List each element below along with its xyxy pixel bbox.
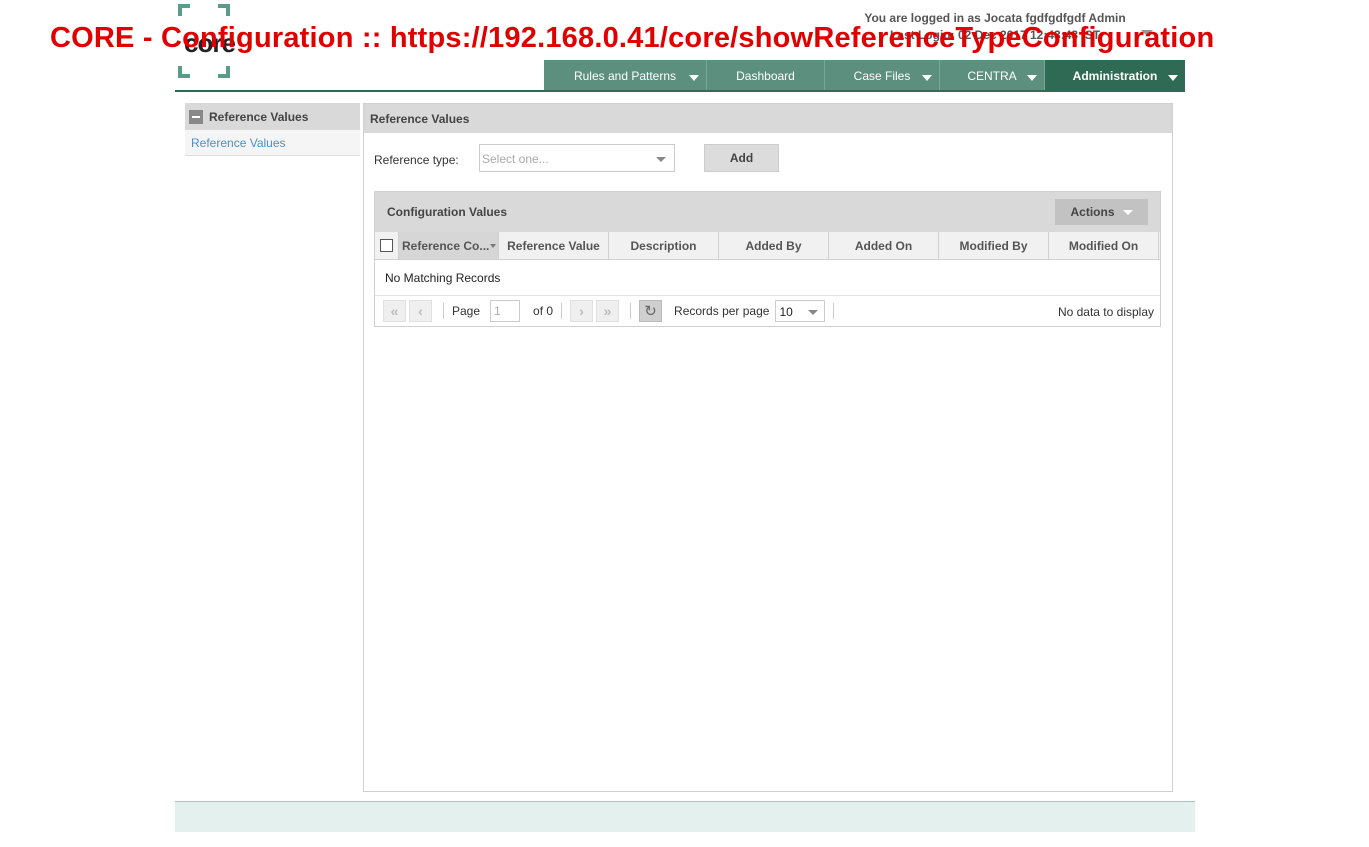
- grid-title: Configuration Values: [387, 205, 508, 219]
- main-panel-header: Reference Values: [364, 104, 1172, 133]
- actions-label: Actions: [1070, 205, 1115, 219]
- column-modified-by[interactable]: Modified By: [939, 232, 1049, 259]
- grid-title-bar: Configuration Values Actions: [375, 192, 1160, 232]
- nav-rules-and-patterns[interactable]: Rules and Patterns: [544, 60, 707, 91]
- footer-bar: [175, 801, 1195, 832]
- records-per-page-value: 10: [779, 305, 793, 319]
- last-page-icon[interactable]: »: [596, 300, 620, 322]
- pager-status: No data to display: [1057, 305, 1154, 319]
- logo-corner: [218, 66, 230, 78]
- nav-dashboard[interactable]: Dashboard: [707, 60, 825, 91]
- next-page-icon[interactable]: ›: [570, 300, 594, 322]
- reference-type-label: Reference type:: [374, 153, 459, 167]
- column-modified-on[interactable]: Modified On: [1049, 232, 1159, 259]
- select-all-cell: [375, 232, 399, 259]
- logo-corner: [218, 4, 230, 16]
- logo-corner: [178, 4, 190, 16]
- nav-divider: [175, 90, 1185, 92]
- records-per-page-select[interactable]: 10: [775, 300, 826, 322]
- sidebar-header[interactable]: Reference Values: [185, 103, 360, 130]
- column-label: Reference Co...: [402, 238, 490, 253]
- main-panel: Reference Values Reference type: Select …: [363, 103, 1173, 792]
- configuration-values-grid: Configuration Values Actions Reference C…: [374, 191, 1161, 327]
- nav-label: CENTRA: [967, 68, 1017, 83]
- nav-label: Case Files: [853, 68, 911, 83]
- records-per-page-label: Records per page: [674, 304, 770, 318]
- main-nav: Rules and Patterns Dashboard Case Files …: [544, 60, 1185, 91]
- empty-message: No Matching Records: [375, 260, 1160, 296]
- nav-label: Rules and Patterns: [573, 68, 677, 83]
- chevron-down-icon: [1122, 209, 1133, 215]
- column-added-by[interactable]: Added By: [719, 232, 829, 259]
- prev-page-icon[interactable]: ‹: [409, 300, 432, 322]
- reference-type-select[interactable]: Select one...: [479, 144, 675, 172]
- grid-header-row: Reference Co... Reference Value Descript…: [375, 232, 1160, 260]
- pager-separator: [443, 303, 444, 319]
- page-label: Page: [452, 304, 481, 318]
- sidebar: Reference Values Reference Values: [185, 103, 360, 156]
- logo-corner: [178, 66, 190, 78]
- chevron-down-icon: [808, 310, 819, 315]
- sidebar-header-label: Reference Values: [209, 109, 309, 124]
- window-title: CORE - Configuration :: https://192.168.…: [50, 22, 1215, 54]
- nav-administration[interactable]: Administration: [1045, 60, 1185, 91]
- chevron-down-icon: [656, 157, 666, 162]
- nav-case-files[interactable]: Case Files: [825, 60, 940, 91]
- reference-type-placeholder: Select one...: [482, 152, 549, 166]
- column-reference-value[interactable]: Reference Value: [499, 232, 609, 259]
- select-all-checkbox[interactable]: [380, 239, 393, 252]
- chevron-down-icon: [1027, 75, 1037, 81]
- pager: « ‹ Page 1 of 0 › » ↻ Records per page 1…: [375, 296, 1160, 326]
- pager-separator: [561, 303, 563, 319]
- chevron-down-icon: [1168, 75, 1178, 81]
- page-count: of 0: [533, 304, 554, 318]
- column-description[interactable]: Description: [609, 232, 719, 259]
- first-page-icon[interactable]: «: [383, 300, 406, 322]
- refresh-icon[interactable]: ↻: [639, 300, 663, 322]
- add-button[interactable]: Add: [704, 144, 779, 172]
- nav-centra[interactable]: CENTRA: [940, 60, 1045, 91]
- chevron-down-icon: [922, 75, 932, 81]
- sidebar-item-reference-values[interactable]: Reference Values: [185, 130, 360, 156]
- nav-label: Administration: [1072, 68, 1158, 83]
- chevron-down-icon: [689, 75, 699, 81]
- nav-label: Dashboard: [736, 68, 795, 83]
- column-reference-code[interactable]: Reference Co...: [399, 232, 499, 259]
- page-number-input[interactable]: 1: [490, 300, 521, 322]
- pager-separator: [630, 303, 632, 319]
- actions-button[interactable]: Actions: [1055, 199, 1148, 225]
- pager-separator: [833, 303, 835, 319]
- column-added-on[interactable]: Added On: [829, 232, 939, 259]
- collapse-icon[interactable]: [189, 109, 203, 124]
- sort-icon: [490, 244, 496, 248]
